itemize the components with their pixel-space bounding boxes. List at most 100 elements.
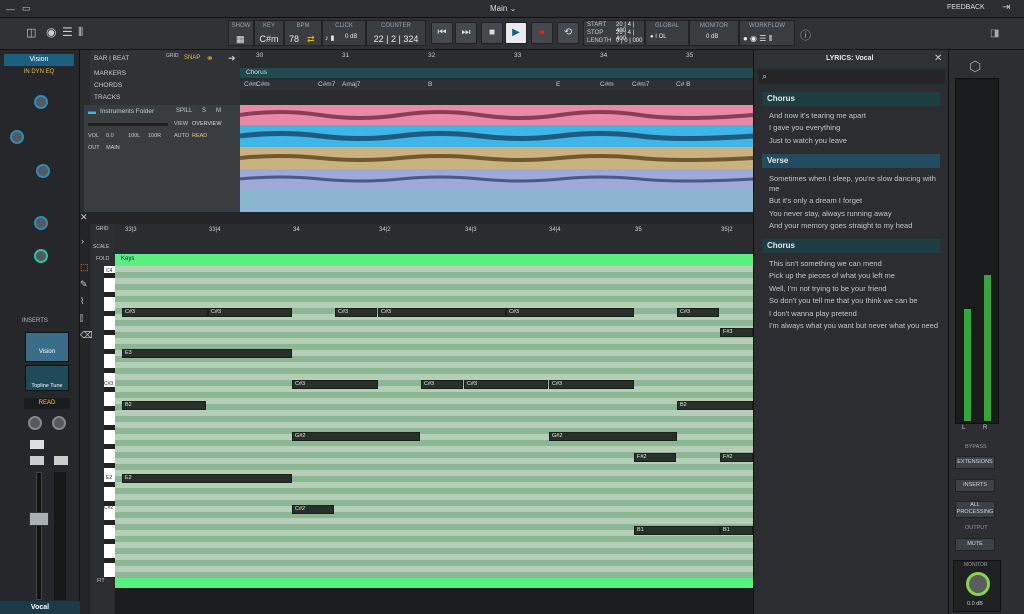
lyric-line[interactable]: Well, I'm not trying to be your friend (769, 284, 941, 294)
marker-lane[interactable]: Chorus (240, 68, 753, 78)
midi-note[interactable]: F#3 (720, 328, 753, 337)
lyric-line[interactable]: But it's only a dream I forget (769, 196, 941, 206)
all-processing-button[interactable]: ALL PROCESSING (955, 501, 995, 518)
record-button[interactable]: ● (531, 22, 553, 44)
lyric-line[interactable]: Sometimes when I sleep, you're slow danc… (769, 174, 941, 194)
snap-label[interactable]: SNAP (184, 55, 200, 61)
midi-note[interactable]: C#3 (549, 380, 634, 389)
chord-lane[interactable]: C#m C#m C#m7 Amaj7 B E C#m C#m7 C# B (240, 80, 753, 90)
automation-mode[interactable]: READ (24, 398, 70, 409)
lyric-line[interactable]: I gave you everything (769, 123, 941, 133)
chord-5[interactable]: E (556, 81, 560, 88)
lyric-line[interactable]: And your memory goes straight to my head (769, 221, 941, 231)
midi-note[interactable]: E3 (122, 349, 292, 358)
pan-left-value[interactable]: 100L (128, 133, 140, 139)
insert-slot-topline[interactable]: Topline Tune (25, 365, 69, 391)
minimize-icon[interactable]: — (6, 4, 15, 14)
depth-knob[interactable] (10, 130, 24, 144)
grid-label[interactable]: GRID (166, 53, 179, 59)
auto-value[interactable]: READ (192, 133, 207, 139)
lyric-line[interactable]: I don't wanna play pretend (769, 309, 941, 319)
rewind-button[interactable]: ⏮ (431, 22, 453, 44)
midi-note[interactable]: G#2 (549, 432, 677, 441)
out-value[interactable]: MAIN (106, 145, 120, 151)
midi-note[interactable]: B2 (677, 401, 753, 410)
close-editor-icon[interactable]: ✕ (80, 212, 88, 223)
folder-volume-slider[interactable] (88, 123, 168, 126)
select-tool-icon[interactable]: ⬚ (80, 262, 89, 273)
bar-ruler[interactable]: 30 31 32 33 34 35 (240, 50, 753, 62)
panel-toggle-icon[interactable]: ◫ (26, 26, 36, 39)
dyn-eq-toggles[interactable]: IN DYN EQ (4, 69, 74, 75)
midi-note[interactable]: C#3 (122, 308, 208, 317)
midi-note[interactable]: E2 (122, 474, 292, 483)
play-button[interactable]: ▶ (505, 22, 527, 44)
lyric-line[interactable]: I'm always what you want but never what … (769, 321, 941, 331)
channel-name[interactable]: Vocal (0, 601, 80, 614)
marker-chorus[interactable]: Chorus (246, 69, 267, 76)
midi-note[interactable]: C#3 (208, 308, 292, 317)
section-chorus-1[interactable]: Chorus (762, 92, 940, 106)
section-chorus-2[interactable]: Chorus (762, 239, 940, 253)
midi-note[interactable]: C#2 (292, 505, 334, 514)
lyric-line[interactable]: So don't you tell me that you think we c… (769, 296, 941, 306)
view-value[interactable]: OVERVIEW (192, 121, 222, 127)
chord-4[interactable]: B (428, 81, 432, 88)
chord-3[interactable]: Amaj7 (342, 81, 360, 88)
global-control[interactable]: GLOBAL ● I OL (645, 20, 689, 46)
chord-6[interactable]: C#m (600, 81, 614, 88)
settings-dial-icon[interactable]: ◉ (46, 25, 56, 39)
window-icon[interactable]: ▭ (22, 3, 31, 14)
insert-slot-vision[interactable]: Vision (25, 332, 69, 362)
exit-icon[interactable]: ⇥ (1002, 2, 1010, 13)
chord-2[interactable]: C#m7 (318, 81, 335, 88)
plugin-header[interactable]: Vision (4, 54, 74, 66)
spill-button[interactable]: SPILL (176, 108, 192, 114)
mixer-icon[interactable]: ⦀ (78, 25, 83, 40)
monitor-control[interactable]: MONITOR 0 dB (689, 20, 739, 46)
tap-tempo-icon[interactable]: ⇄ (307, 34, 315, 45)
midi-note[interactable]: F#2 (634, 453, 676, 462)
lyric-line[interactable]: And now it's tearing me apart (769, 111, 941, 121)
keys-lane-header[interactable]: Keys (115, 254, 753, 266)
forward-button[interactable]: ⏭ (455, 22, 477, 44)
treb-knob[interactable] (34, 249, 48, 263)
vol-value[interactable]: 0.0 (106, 133, 114, 139)
lyric-line[interactable]: Just to watch you leave (769, 136, 941, 146)
link-icon[interactable]: ⚭ (206, 53, 214, 64)
velocity-lane[interactable] (115, 588, 753, 614)
editor-ruler[interactable]: 33|3 33|4 34 34|2 34|3 34|4 35 35|2 (115, 224, 753, 254)
midi-note[interactable]: C#3 (335, 308, 377, 317)
arrow-right-icon[interactable]: ➜ (228, 53, 236, 64)
editor-grid-label[interactable]: GRID (96, 226, 109, 232)
audio-region-light[interactable] (240, 189, 753, 212)
chord-7[interactable]: C#m7 (632, 81, 649, 88)
chord-8[interactable]: C# B (676, 81, 690, 88)
volume-fader[interactable] (29, 512, 49, 526)
midi-note[interactable]: C#3 (506, 308, 634, 317)
menu-icon[interactable]: ☰ (62, 25, 73, 39)
fold-label[interactable]: FOLD (96, 256, 109, 262)
section-verse[interactable]: Verse (762, 154, 940, 168)
midi-note[interactable]: C#3 (378, 308, 506, 317)
monitor-volume-knob[interactable] (966, 572, 990, 596)
bpm-control[interactable]: BPM 78 ⇄ (284, 20, 322, 46)
solo-track-button[interactable]: S (202, 108, 206, 114)
chevron-right-icon[interactable]: › (81, 236, 84, 246)
piano-keys[interactable] (104, 266, 115, 578)
info-icon[interactable]: ⓘ (800, 27, 811, 43)
midi-note[interactable]: C#3 (421, 380, 463, 389)
window-title[interactable]: Main ⌄ (490, 4, 516, 13)
midi-note[interactable]: C#3 (677, 308, 719, 317)
pan-knob-left[interactable] (28, 416, 42, 430)
counter-display[interactable]: COUNTER 22 | 2 | 324 (366, 20, 426, 46)
loop-button[interactable]: ⟲ (557, 22, 579, 44)
mute-output-button[interactable]: MUTE (955, 538, 995, 551)
midi-note[interactable]: B1 (634, 526, 720, 535)
feedback-link[interactable]: FEEDBACK (947, 4, 985, 11)
fit-label[interactable]: FIT (97, 578, 105, 584)
mute-track-button[interactable]: M (216, 108, 221, 114)
scale-label[interactable]: SCALE (93, 244, 109, 250)
pan-right-value[interactable]: 100R (148, 133, 161, 139)
eraser-tool-icon[interactable]: ⌫ (80, 330, 93, 341)
